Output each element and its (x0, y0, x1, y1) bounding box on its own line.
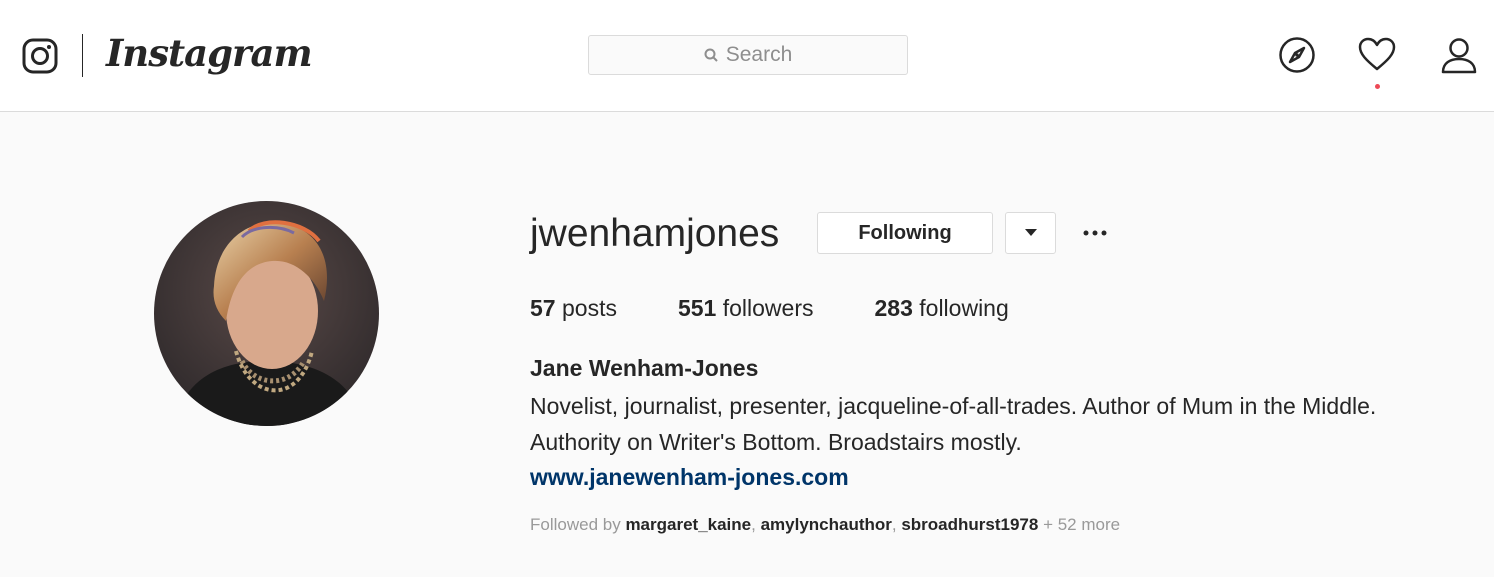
following-stat[interactable]: 283 following (875, 292, 1009, 324)
followed-by-user[interactable]: amylynchauthor (761, 515, 892, 534)
posts-stat: 57 posts (530, 292, 617, 324)
followed-by-separator: , (891, 515, 902, 534)
instagram-glyph-icon[interactable] (22, 38, 58, 74)
followers-stat[interactable]: 551 followers (678, 292, 814, 324)
followed-by-user[interactable]: sbroadhurst1978 (901, 515, 1038, 534)
instagram-wordmark[interactable]: Instagram (106, 28, 313, 78)
posts-label: posts (555, 295, 617, 321)
search-placeholder: Search (725, 43, 793, 66)
followers-label: followers (716, 295, 814, 321)
followed-by-more[interactable]: + 52 more (1038, 515, 1120, 534)
profile-avatar[interactable] (154, 201, 379, 426)
followed-by-separator: , (751, 515, 761, 534)
activity-heart-icon[interactable] (1358, 36, 1396, 74)
followed-by-user[interactable]: margaret_kaine (625, 515, 751, 534)
profile-website-link[interactable]: www.janewenham-jones.com (530, 459, 849, 495)
following-label: following (912, 295, 1009, 321)
followed-by-prefix: Followed by (530, 515, 626, 534)
following-button[interactable]: Following (817, 212, 993, 254)
posts-count: 57 (530, 295, 556, 321)
followed-by-line[interactable]: Followed by margaret_kaine, amylynchauth… (530, 513, 1120, 537)
profile-username: jwenhamjones (530, 212, 780, 255)
avatar-photo (154, 201, 379, 426)
more-options-button[interactable] (1080, 220, 1110, 246)
profile-bio: Novelist, journalist, presenter, jacquel… (530, 393, 1377, 455)
top-nav-bar: Instagram Search (0, 0, 1494, 112)
profile-full-name: Jane Wenham-Jones (530, 355, 759, 381)
logo-divider (82, 34, 83, 77)
following-count: 283 (874, 295, 913, 321)
notification-dot (1375, 84, 1380, 89)
explore-compass-icon[interactable] (1278, 36, 1316, 74)
search-icon (704, 48, 718, 62)
followers-count: 551 (677, 295, 717, 321)
profile-person-icon[interactable] (1440, 36, 1478, 74)
suggested-accounts-dropdown-button[interactable] (1005, 212, 1056, 254)
profile-stats: 57 posts 551 followers 283 following (530, 292, 1070, 324)
search-input[interactable]: Search (588, 35, 908, 75)
ellipsis-icon (1083, 230, 1107, 236)
caret-down-icon (1024, 229, 1037, 236)
